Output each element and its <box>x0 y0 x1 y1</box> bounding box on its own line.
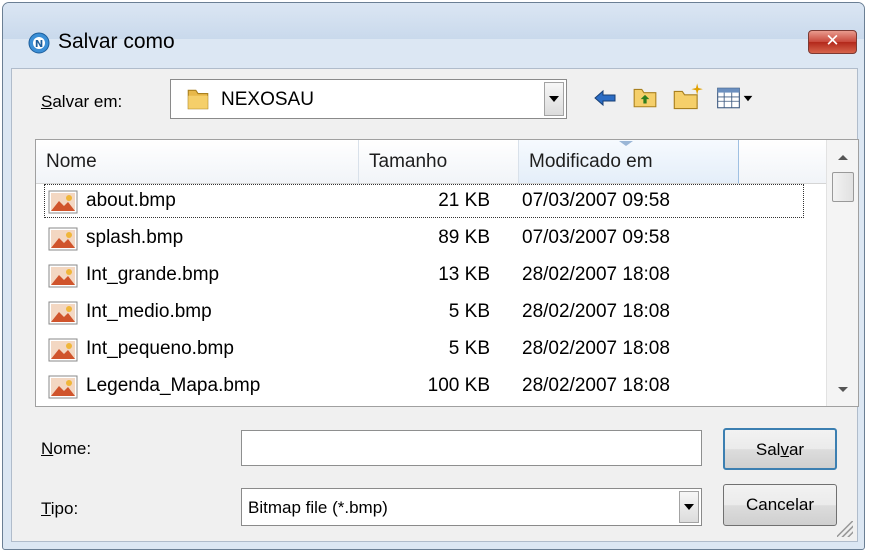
bitmap-file-icon <box>48 227 78 251</box>
file-size: 21 KB <box>438 190 490 211</box>
file-name: splash.bmp <box>86 227 184 248</box>
close-button[interactable]: ✕ <box>808 30 857 54</box>
back-arrow-icon[interactable] <box>592 86 618 110</box>
up-folder-icon[interactable] <box>631 84 659 110</box>
file-size: 13 KB <box>438 264 490 285</box>
file-type-dropdown-button[interactable] <box>679 491 699 523</box>
window-title: Salvar como <box>58 30 175 53</box>
chevron-down-icon <box>684 504 694 510</box>
file-row[interactable]: about.bmp 21 KB 07/03/2007 09:58 <box>44 184 804 218</box>
file-size: 5 KB <box>448 338 490 359</box>
bitmap-file-icon <box>48 375 78 399</box>
file-modified: 28/02/2007 18:08 <box>522 338 670 359</box>
file-modified: 28/02/2007 18:08 <box>522 264 670 285</box>
file-row[interactable]: Legenda_Mapa.bmp 100 KB 28/02/2007 18:08 <box>44 369 804 403</box>
file-name: Int_medio.bmp <box>86 301 212 322</box>
file-name: Int_grande.bmp <box>86 264 220 285</box>
file-row[interactable]: Int_medio.bmp 5 KB 28/02/2007 18:08 <box>44 295 804 329</box>
save-in-combo[interactable]: NEXOSAU <box>170 79 567 119</box>
scroll-thumb[interactable] <box>832 172 854 202</box>
file-type-combo[interactable]: Bitmap file (*.bmp) <box>241 488 702 526</box>
bitmap-file-icon <box>48 338 78 362</box>
save-in-value: NEXOSAU <box>221 89 314 110</box>
file-list[interactable]: Nome Tamanho Modificado em about.bmp 21 K… <box>35 139 859 407</box>
file-modified: 07/03/2007 09:58 <box>522 227 670 248</box>
file-row[interactable]: splash.bmp 89 KB 07/03/2007 09:58 <box>44 221 804 255</box>
sort-indicator-icon <box>619 141 633 146</box>
file-name: Legenda_Mapa.bmp <box>86 375 261 396</box>
file-modified: 07/03/2007 09:58 <box>522 190 670 211</box>
file-name: Int_pequeno.bmp <box>86 338 234 359</box>
save-in-dropdown-button[interactable] <box>544 82 564 116</box>
save-in-label: Salvar em: <box>41 92 123 111</box>
app-icon: N <box>28 32 50 54</box>
cancel-button[interactable]: Cancelar <box>723 484 837 526</box>
file-modified: 28/02/2007 18:08 <box>522 375 670 396</box>
file-type-value: Bitmap file (*.bmp) <box>248 498 388 517</box>
view-menu-icon[interactable] <box>715 85 755 111</box>
arrow-down-icon <box>838 386 848 392</box>
new-folder-icon[interactable] <box>672 81 704 111</box>
arrow-up-icon <box>838 154 848 160</box>
column-header-modified[interactable]: Modificado em <box>519 140 739 184</box>
column-header-filler <box>739 140 827 184</box>
save-button[interactable]: Salvar <box>723 428 837 470</box>
chevron-down-icon <box>549 96 559 102</box>
file-size: 5 KB <box>448 301 490 322</box>
bitmap-file-icon <box>48 190 78 214</box>
file-name-input[interactable] <box>241 430 702 466</box>
file-modified: 28/02/2007 18:08 <box>522 301 670 322</box>
app-icon-letter: N <box>35 39 43 50</box>
file-size: 100 KB <box>427 375 490 396</box>
column-header-size[interactable]: Tamanho <box>359 140 519 184</box>
file-row[interactable]: Int_pequeno.bmp 5 KB 28/02/2007 18:08 <box>44 332 804 366</box>
folder-icon <box>187 89 209 110</box>
bitmap-file-icon <box>48 301 78 325</box>
file-name-label: Nome: <box>41 439 92 458</box>
scroll-down-button[interactable] <box>827 374 859 404</box>
column-header-modified-label: Modificado em <box>529 151 653 172</box>
file-type-label: Tipo: <box>41 499 79 518</box>
bitmap-file-icon <box>48 264 78 288</box>
scroll-up-button[interactable] <box>827 142 859 172</box>
dialog-client-area: Salvar em: NEXOSAU Nome Tamanho Modifica… <box>11 68 859 542</box>
file-name: about.bmp <box>86 190 176 211</box>
vertical-scrollbar[interactable] <box>826 140 858 406</box>
file-row[interactable]: Int_grande.bmp 13 KB 28/02/2007 18:08 <box>44 258 804 292</box>
resize-grip-icon[interactable] <box>837 521 853 537</box>
column-header-name[interactable]: Nome <box>36 140 359 184</box>
file-size: 89 KB <box>438 227 490 248</box>
